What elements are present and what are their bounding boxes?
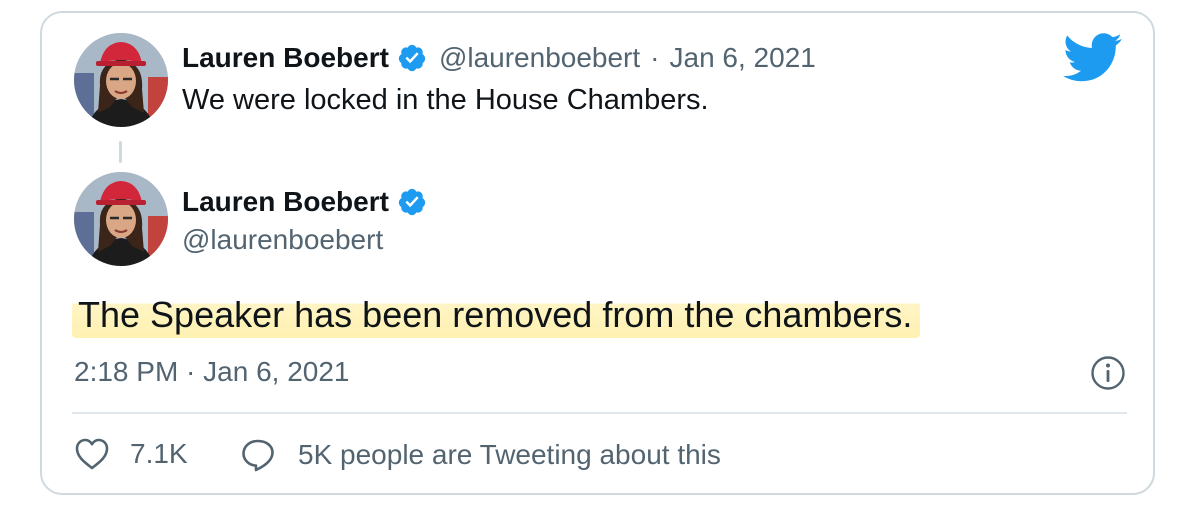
tweet-date[interactable]: Jan 6, 2021 — [670, 42, 816, 74]
thread-connector — [119, 141, 122, 163]
tweet-timestamp[interactable]: 2:18 PM · Jan 6, 2021 — [74, 356, 350, 388]
like-count: 7.1K — [130, 438, 188, 469]
display-name[interactable]: Lauren Boebert — [182, 186, 389, 218]
separator-dot: · — [650, 42, 660, 73]
verified-badge-icon — [398, 44, 426, 72]
conversation-link[interactable]: 5K people are Tweeting about this — [240, 437, 721, 473]
handle[interactable]: @laurenboebert — [439, 42, 640, 74]
avatar[interactable] — [74, 172, 168, 266]
verified-badge-icon — [398, 188, 426, 216]
engagement-text: 5K people are Tweeting about this — [298, 439, 721, 470]
twitter-bird-icon[interactable] — [1062, 33, 1124, 83]
avatar[interactable] — [74, 33, 168, 127]
heart-icon — [75, 438, 109, 470]
display-name[interactable]: Lauren Boebert — [182, 42, 389, 74]
speech-bubble-icon — [242, 439, 274, 472]
parent-tweet-text: We were locked in the House Chambers. — [182, 84, 709, 116]
handle[interactable]: @laurenboebert — [182, 224, 383, 256]
main-tweet-header: Lauren Boebert — [182, 180, 427, 224]
info-icon[interactable] — [1090, 355, 1126, 391]
like-button[interactable]: 7.1K — [74, 437, 188, 471]
main-tweet-text: The Speaker has been removed from the ch… — [72, 294, 921, 338]
parent-tweet-header: Lauren Boebert @laurenboebert · Jan 6, 2… — [182, 36, 816, 80]
divider — [72, 412, 1127, 414]
